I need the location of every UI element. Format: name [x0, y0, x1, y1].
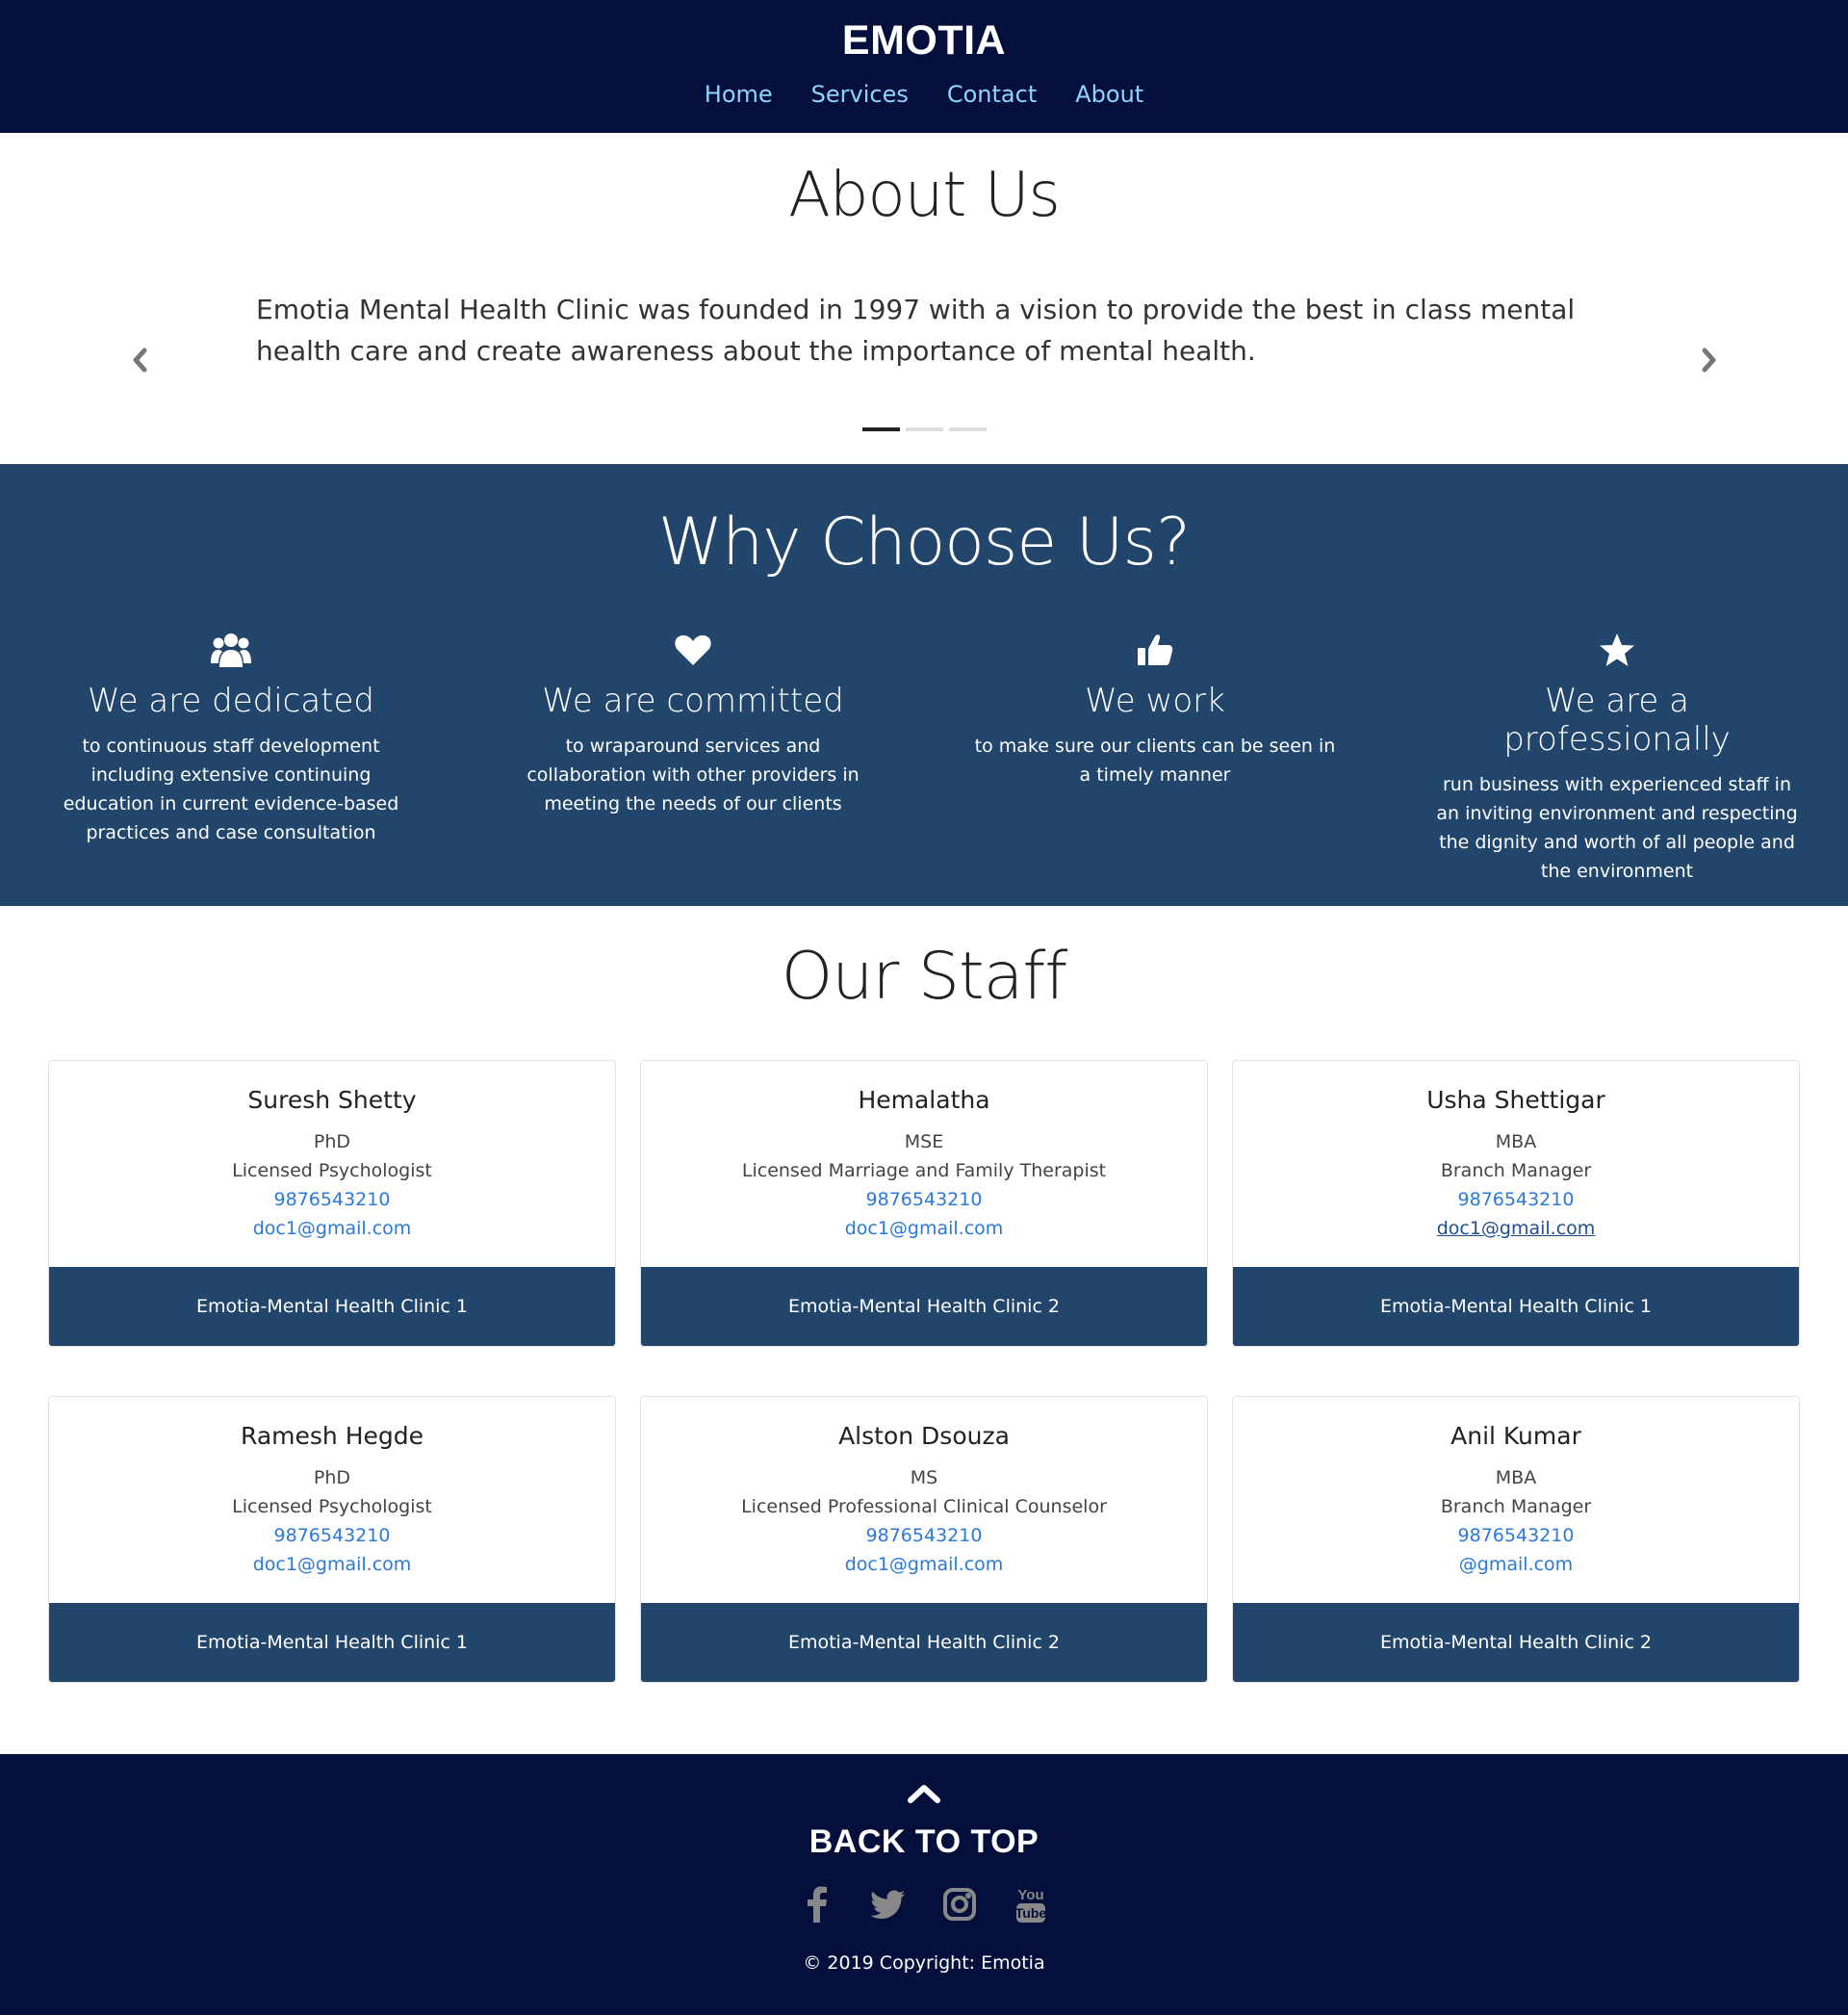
feature-committed: We are committed to wraparound services …	[462, 628, 924, 886]
staff-card: Suresh Shetty PhD Licensed Psychologist …	[48, 1060, 616, 1347]
facebook-icon[interactable]	[796, 1883, 838, 1925]
nav-home[interactable]: Home	[705, 81, 773, 108]
about-text: Emotia Mental Health Clinic was founded …	[256, 294, 1576, 367]
staff-role: Licensed Psychologist	[232, 1160, 432, 1181]
staff-email-link[interactable]: doc1@gmail.com	[641, 1550, 1207, 1579]
staff-card: Anil Kumar MBA Branch Manager 9876543210…	[1232, 1396, 1800, 1683]
chevron-up-icon[interactable]	[0, 1754, 1848, 1823]
instagram-icon[interactable]	[938, 1883, 981, 1925]
nav-services[interactable]: Services	[811, 81, 909, 108]
feature-title: We work	[1085, 682, 1225, 720]
heart-icon	[508, 628, 878, 672]
staff-title: Our Staff	[781, 939, 1068, 1015]
staff-role: Branch Manager	[1440, 1160, 1592, 1181]
star-icon	[1432, 628, 1802, 672]
feature-title: We are a professionally	[1503, 682, 1731, 759]
carousel-indicator-3[interactable]	[948, 427, 987, 431]
why-choose-us-section: Why Choose Us? We are dedicated to conti…	[0, 464, 1848, 906]
social-links: You Tube	[0, 1883, 1848, 1952]
staff-clinic: Emotia-Mental Health Clinic 2	[1233, 1603, 1799, 1682]
thumbs-up-icon	[970, 628, 1340, 672]
staff-degree: PhD	[313, 1467, 351, 1488]
staff-clinic: Emotia-Mental Health Clinic 2	[641, 1603, 1207, 1682]
feature-text: to wraparound services and collaboration…	[526, 736, 860, 814]
carousel-indicator-2[interactable]	[905, 427, 943, 431]
staff-phone-link[interactable]: 9876543210	[641, 1185, 1207, 1214]
staff-role: Licensed Professional Clinical Counselor	[741, 1496, 1107, 1517]
staff-role: Licensed Marriage and Family Therapist	[741, 1160, 1107, 1181]
feature-title: We are committed	[542, 682, 844, 720]
staff-degree: MBA	[1495, 1467, 1537, 1488]
why-title: Why Choose Us?	[657, 504, 1191, 581]
staff-email-link[interactable]: doc1@gmail.com	[49, 1550, 615, 1579]
staff-name: Ramesh Hegde	[241, 1422, 424, 1450]
nav-about[interactable]: About	[1075, 81, 1143, 108]
staff-phone-link[interactable]: 9876543210	[1233, 1185, 1799, 1214]
main-nav: Home Services Contact About	[0, 81, 1848, 108]
chevron-right-icon[interactable]	[1690, 341, 1729, 379]
chevron-left-icon[interactable]	[120, 341, 159, 379]
staff-phone-link[interactable]: 9876543210	[49, 1185, 615, 1214]
carousel-indicators	[0, 427, 1848, 431]
feature-text: to continuous staff development includin…	[63, 736, 399, 843]
staff-email-link[interactable]: doc1@gmail.com	[1233, 1214, 1799, 1243]
staff-role: Branch Manager	[1440, 1496, 1592, 1517]
staff-clinic: Emotia-Mental Health Clinic 1	[49, 1267, 615, 1346]
staff-card: Usha Shettigar MBA Branch Manager 987654…	[1232, 1060, 1800, 1347]
staff-name: Anil Kumar	[1450, 1422, 1581, 1450]
staff-clinic: Emotia-Mental Health Clinic 2	[641, 1267, 1207, 1346]
about-section: About Us Emotia Mental Health Clinic was…	[0, 133, 1848, 464]
staff-degree: MSE	[904, 1131, 944, 1152]
about-title: About Us	[788, 160, 1061, 231]
staff-card: Alston Dsouza MS Licensed Professional C…	[640, 1396, 1208, 1683]
staff-phone-link[interactable]: 9876543210	[49, 1521, 615, 1550]
staff-email-link[interactable]: @gmail.com	[1233, 1550, 1799, 1579]
nav-contact[interactable]: Contact	[947, 81, 1037, 108]
staff-email-link[interactable]: doc1@gmail.com	[49, 1214, 615, 1243]
users-icon	[46, 628, 416, 672]
staff-name: Suresh Shetty	[247, 1086, 417, 1114]
feature-work: We work to make sure our clients can be …	[924, 628, 1386, 886]
staff-clinic: Emotia-Mental Health Clinic 1	[49, 1603, 615, 1682]
youtube-icon[interactable]: You Tube	[1010, 1883, 1052, 1925]
staff-name: Usha Shettigar	[1426, 1086, 1605, 1114]
twitter-icon[interactable]	[867, 1883, 910, 1925]
feature-text: run business with experienced staff in a…	[1436, 774, 1798, 882]
carousel-indicator-1[interactable]	[861, 427, 900, 431]
feature-title: We are dedicated	[87, 682, 375, 720]
page-footer: BACK TO TOP You Tube © 2019 Copyright: Em…	[0, 1754, 1848, 2015]
staff-name: Alston Dsouza	[838, 1422, 1010, 1450]
back-to-top-link[interactable]: BACK TO TOP	[0, 1823, 1848, 1883]
staff-phone-link[interactable]: 9876543210	[1233, 1521, 1799, 1550]
staff-email-link[interactable]: doc1@gmail.com	[641, 1214, 1207, 1243]
feature-text: to make sure our clients can be seen in …	[974, 736, 1336, 786]
features-row: We are dedicated to continuous staff dev…	[0, 628, 1848, 886]
staff-degree: PhD	[313, 1131, 351, 1152]
staff-name: Hemalatha	[858, 1086, 990, 1114]
staff-card: Hemalatha MSE Licensed Marriage and Fami…	[640, 1060, 1208, 1347]
site-header: EMOTIA Home Services Contact About	[0, 0, 1848, 133]
feature-professional: We are a professionally run business wit…	[1386, 628, 1848, 886]
brand-logo[interactable]: EMOTIA	[0, 0, 1848, 81]
staff-card: Ramesh Hegde PhD Licensed Psychologist 9…	[48, 1396, 616, 1683]
staff-degree: MS	[910, 1467, 938, 1488]
feature-dedicated: We are dedicated to continuous staff dev…	[0, 628, 462, 886]
staff-section: Our Staff Suresh Shetty PhD Licensed Psy…	[0, 906, 1848, 1754]
staff-clinic: Emotia-Mental Health Clinic 1	[1233, 1267, 1799, 1346]
svg-text:Tube: Tube	[1015, 1905, 1047, 1921]
svg-text:You: You	[1017, 1887, 1043, 1903]
staff-degree: MBA	[1495, 1131, 1537, 1152]
copyright-text: © 2019 Copyright: Emotia	[803, 1952, 1045, 1974]
staff-phone-link[interactable]: 9876543210	[641, 1521, 1207, 1550]
staff-role: Licensed Psychologist	[232, 1496, 432, 1517]
